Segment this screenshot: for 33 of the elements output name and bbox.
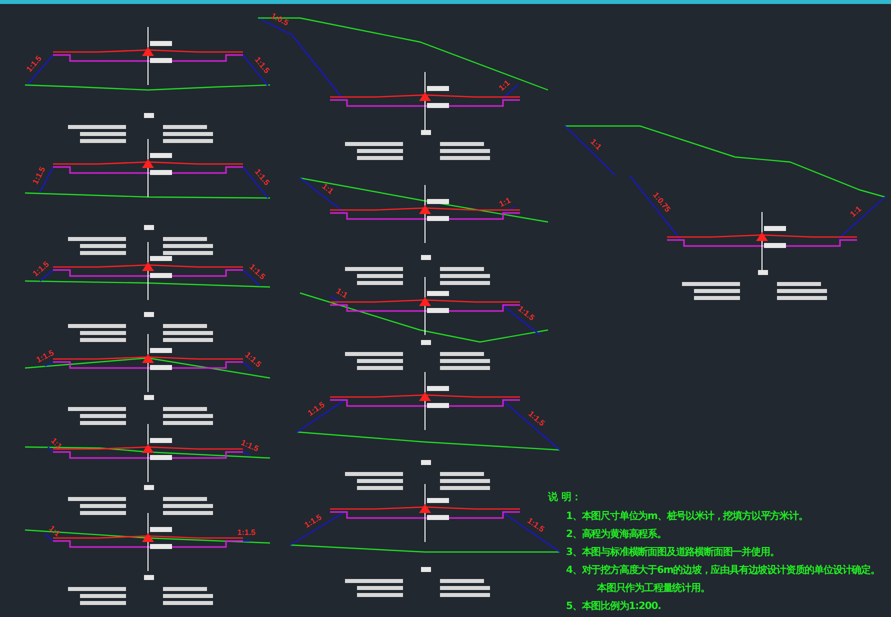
- elevation-label-drawing: [427, 86, 449, 108]
- slope-ratio-label: 1:1: [49, 436, 64, 451]
- note-text: 2、高程为黄海高程系。: [566, 529, 666, 540]
- slope-ratio-label: 1:1: [588, 137, 604, 152]
- slope-ratio-label: 1:1: [498, 196, 512, 209]
- elevation-label-drawing: [427, 386, 449, 408]
- slope-ratio-label: 1:1.5: [30, 165, 48, 186]
- note-text: 3、本图与标准横断面图及道路横断面图一并使用。: [566, 547, 780, 558]
- slope-ratio-label: 1:1.5: [526, 516, 546, 534]
- note-text: 5、本图比例为1:200.: [566, 601, 661, 612]
- slope-ratio-label: 1:1: [320, 182, 336, 196]
- slope-ratio-label: 1:1.5: [237, 528, 256, 537]
- elevation-label-drawing: [427, 199, 449, 221]
- slope-ratio-label: 1:1: [47, 524, 62, 538]
- elevation-label-drawing: [764, 226, 786, 248]
- notes-title: 说 明：: [548, 492, 582, 503]
- elevation-label-drawing: [150, 153, 172, 175]
- slope-ratio-label: 1:1: [848, 204, 864, 219]
- slope-ratio-label: 1:1.5: [35, 348, 56, 364]
- elevation-label-drawing: [427, 498, 449, 520]
- elevation-label-drawing: [150, 527, 172, 549]
- slope-ratio-label: 1:1: [497, 78, 512, 93]
- elevation-label-drawing: [150, 438, 172, 460]
- note-text: 4、对于挖方高度大于6m的边坡，应由具有边坡设计资质的单位设计确定。: [566, 565, 880, 576]
- elevation-label-drawing: [150, 41, 172, 63]
- slope-ratio-label: 1:0.5: [270, 11, 290, 28]
- elevation-label-drawing: [427, 291, 449, 313]
- note-text: 1、本图尺寸单位为m、桩号以米计，挖填方以平方米计。: [566, 511, 808, 522]
- slope-ratio-label: 1:1.5: [240, 438, 260, 454]
- elevation-label-drawing: [150, 348, 172, 370]
- elevation-label-drawing: [150, 256, 172, 278]
- note-text: 本图只作为工程量统计用。: [597, 583, 710, 594]
- slope-ratio-label: 1:1: [334, 286, 350, 300]
